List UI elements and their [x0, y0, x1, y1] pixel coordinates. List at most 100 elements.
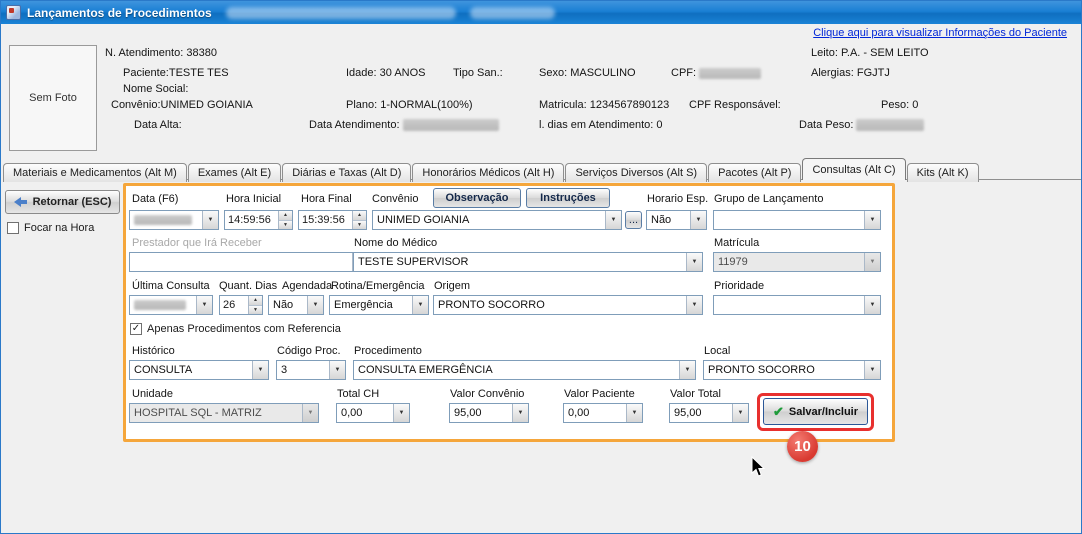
dropdown-arrow-icon: ▼ — [302, 404, 318, 422]
tab-exames[interactable]: Exames (Alt E) — [188, 163, 281, 182]
ultima-consulta-combo[interactable]: ▼ — [129, 295, 213, 315]
codigo-proc-combo[interactable]: 3 ▼ — [276, 360, 346, 380]
dropdown-arrow-icon[interactable]: ▼ — [686, 253, 702, 271]
codigo-proc-label: Código Proc. — [277, 345, 341, 357]
cpf-field: CPF: — [671, 67, 761, 79]
dropdown-arrow-icon[interactable]: ▼ — [393, 404, 409, 422]
total-ch-combo[interactable]: 0,00 ▼ — [336, 403, 410, 423]
prestador-combo[interactable]: ▼ — [129, 252, 369, 272]
valor-convenio-combo[interactable]: 95,00 ▼ — [449, 403, 529, 423]
dropdown-arrow-icon[interactable]: ▼ — [864, 296, 880, 314]
mouse-cursor — [751, 456, 766, 478]
dropdown-arrow-icon[interactable]: ▼ — [202, 211, 218, 229]
spin-down-icon[interactable]: ▼ — [249, 306, 262, 315]
redacted-data-value — [134, 215, 192, 225]
origem-label: Origem — [434, 280, 470, 292]
hora-final-label: Hora Final — [301, 193, 352, 205]
quant-dias-spinner[interactable]: 26 ▲▼ — [219, 295, 263, 315]
retornar-label: Retornar (ESC) — [33, 196, 112, 208]
dropdown-arrow-icon[interactable]: ▼ — [329, 361, 345, 379]
photo-placeholder: Sem Foto — [9, 45, 97, 151]
matricula-label: Matrícula — [714, 237, 759, 249]
valor-paciente-combo[interactable]: 0,00 ▼ — [563, 403, 643, 423]
nome-medico-label: Nome do Médico — [354, 237, 437, 249]
dropdown-arrow-icon[interactable]: ▼ — [605, 211, 621, 229]
dropdown-arrow-icon[interactable]: ▼ — [864, 211, 880, 229]
tab-materiais[interactable]: Materiais e Medicamentos (Alt M) — [3, 163, 187, 182]
plano-field: Plano: 1-NORMAL(100%) — [346, 99, 473, 111]
origem-combo[interactable]: PRONTO SOCORRO ▼ — [433, 295, 703, 315]
tab-consultas[interactable]: Consultas (Alt C) — [802, 158, 905, 180]
tab-pacotes[interactable]: Pacotes (Alt P) — [708, 163, 801, 182]
spin-up-icon[interactable]: ▲ — [353, 211, 366, 221]
apenas-referencia-checkbox[interactable]: ✓ Apenas Procedimentos com Referencia — [130, 323, 341, 335]
salvar-incluir-button[interactable]: ✔ Salvar/Incluir — [763, 398, 868, 425]
agendada-combo[interactable]: Não ▼ — [268, 295, 324, 315]
patient-info-link[interactable]: Clique aqui para visualizar Informações … — [813, 27, 1067, 39]
dropdown-arrow-icon[interactable]: ▼ — [626, 404, 642, 422]
retornar-button[interactable]: Retornar (ESC) — [5, 190, 120, 214]
spin-up-icon[interactable]: ▲ — [279, 211, 292, 221]
dropdown-arrow-icon[interactable]: ▼ — [196, 296, 212, 314]
hora-final-spinner[interactable]: 15:39:56 ▲▼ — [298, 210, 367, 230]
dropdown-arrow-icon[interactable]: ▼ — [512, 404, 528, 422]
leito-field: Leito: P.A. - SEM LEITO — [811, 47, 929, 59]
local-combo[interactable]: PRONTO SOCORRO ▼ — [703, 360, 881, 380]
dropdown-arrow-icon[interactable]: ▼ — [690, 211, 706, 229]
redacted-ultima-consulta — [134, 300, 186, 310]
tab-honorarios[interactable]: Honorários Médicos (Alt H) — [412, 163, 564, 182]
data-peso-field: Data Peso: — [799, 119, 924, 131]
horario-esp-combo[interactable]: Não ▼ — [646, 210, 707, 230]
grupo-lancamento-combo[interactable]: ▼ — [713, 210, 881, 230]
data-alta-field: Data Alta: — [134, 119, 182, 131]
redacted-title-text — [226, 7, 456, 19]
peso-field: Peso: 0 — [881, 99, 918, 111]
rotina-emergencia-combo[interactable]: Emergência ▼ — [329, 295, 429, 315]
instrucoes-button[interactable]: Instruções — [526, 188, 610, 208]
nome-social-field: Nome Social: — [123, 83, 188, 95]
nome-medico-combo[interactable]: TESTE SUPERVISOR ▼ — [353, 252, 703, 272]
matricula-combo: 11979 ▼ — [713, 252, 881, 272]
alergias-field: Alergias: FGJTJ — [811, 67, 890, 79]
grupo-lancamento-label: Grupo de Lançamento — [714, 193, 823, 205]
title-bar: Lançamentos de Procedimentos — [1, 1, 1081, 24]
convenio-combo[interactable]: UNIMED GOIANIA ▼ — [372, 210, 622, 230]
valor-total-combo[interactable]: 95,00 ▼ — [669, 403, 749, 423]
prestador-label: Prestador que Irá Receber — [132, 237, 262, 249]
dropdown-arrow-icon[interactable]: ▼ — [679, 361, 695, 379]
dropdown-arrow-icon[interactable]: ▼ — [864, 361, 880, 379]
dropdown-arrow-icon[interactable]: ▼ — [732, 404, 748, 422]
tab-servicos[interactable]: Serviços Diversos (Alt S) — [565, 163, 707, 182]
photo-placeholder-label: Sem Foto — [29, 92, 77, 104]
green-check-icon: ✔ — [773, 404, 784, 420]
checkbox-box[interactable]: ✓ — [130, 323, 142, 335]
procedimento-combo[interactable]: CONSULTA EMERGÊNCIA ▼ — [353, 360, 696, 380]
checkbox-box[interactable] — [7, 222, 19, 234]
data-combo[interactable]: ▼ — [129, 210, 219, 230]
redacted-data-peso — [856, 119, 924, 131]
ellipsis-button[interactable]: ... — [625, 211, 642, 229]
local-label: Local — [704, 345, 730, 357]
dropdown-arrow-icon[interactable]: ▼ — [412, 296, 428, 314]
spin-up-icon[interactable]: ▲ — [249, 296, 262, 306]
observacao-button[interactable]: Observação — [433, 188, 521, 208]
tab-kits[interactable]: Kits (Alt K) — [907, 163, 979, 182]
dropdown-arrow-icon[interactable]: ▼ — [252, 361, 268, 379]
tab-diarias[interactable]: Diárias e Taxas (Alt D) — [282, 163, 411, 182]
focar-na-hora-checkbox[interactable]: Focar na Hora — [7, 222, 94, 234]
idade-field: Idade: 30 ANOS — [346, 67, 426, 79]
prioridade-combo[interactable]: ▼ — [713, 295, 881, 315]
hora-inicial-label: Hora Inicial — [226, 193, 281, 205]
convenio-field: Convênio:UNIMED GOIANIA — [111, 99, 253, 111]
redacted-cpf — [699, 68, 761, 79]
valor-paciente-label: Valor Paciente — [564, 388, 635, 400]
dropdown-arrow-icon[interactable]: ▼ — [307, 296, 323, 314]
quant-dias-label: Quant. Dias — [219, 280, 277, 292]
dropdown-arrow-icon[interactable]: ▼ — [686, 296, 702, 314]
unidade-combo: HOSPITAL SQL - MATRIZ ▼ — [129, 403, 319, 423]
hora-inicial-spinner[interactable]: 14:59:56 ▲▼ — [224, 210, 293, 230]
historico-combo[interactable]: CONSULTA ▼ — [129, 360, 269, 380]
step-badge: 10 — [787, 431, 818, 462]
spin-down-icon[interactable]: ▼ — [353, 221, 366, 230]
spin-down-icon[interactable]: ▼ — [279, 221, 292, 230]
